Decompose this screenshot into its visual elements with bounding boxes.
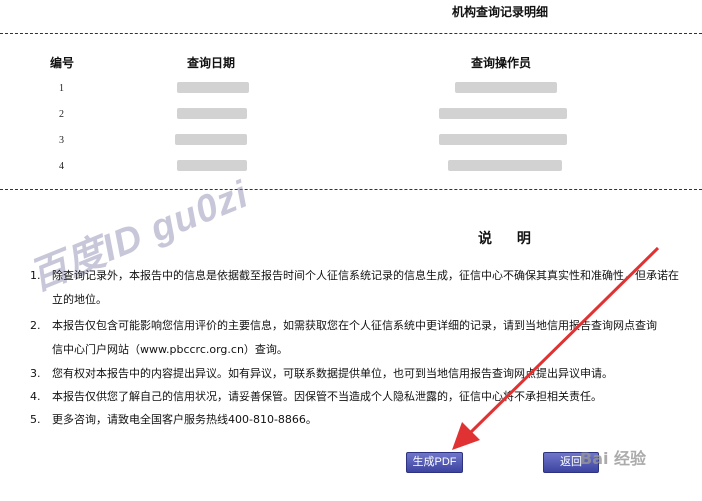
generate-pdf-button[interactable]: 生成PDF: [406, 452, 463, 473]
arrow-shaft: [468, 246, 660, 435]
baidu-jingyan-logo: Bai 经验: [580, 449, 647, 468]
annotation-arrow: [452, 246, 660, 450]
